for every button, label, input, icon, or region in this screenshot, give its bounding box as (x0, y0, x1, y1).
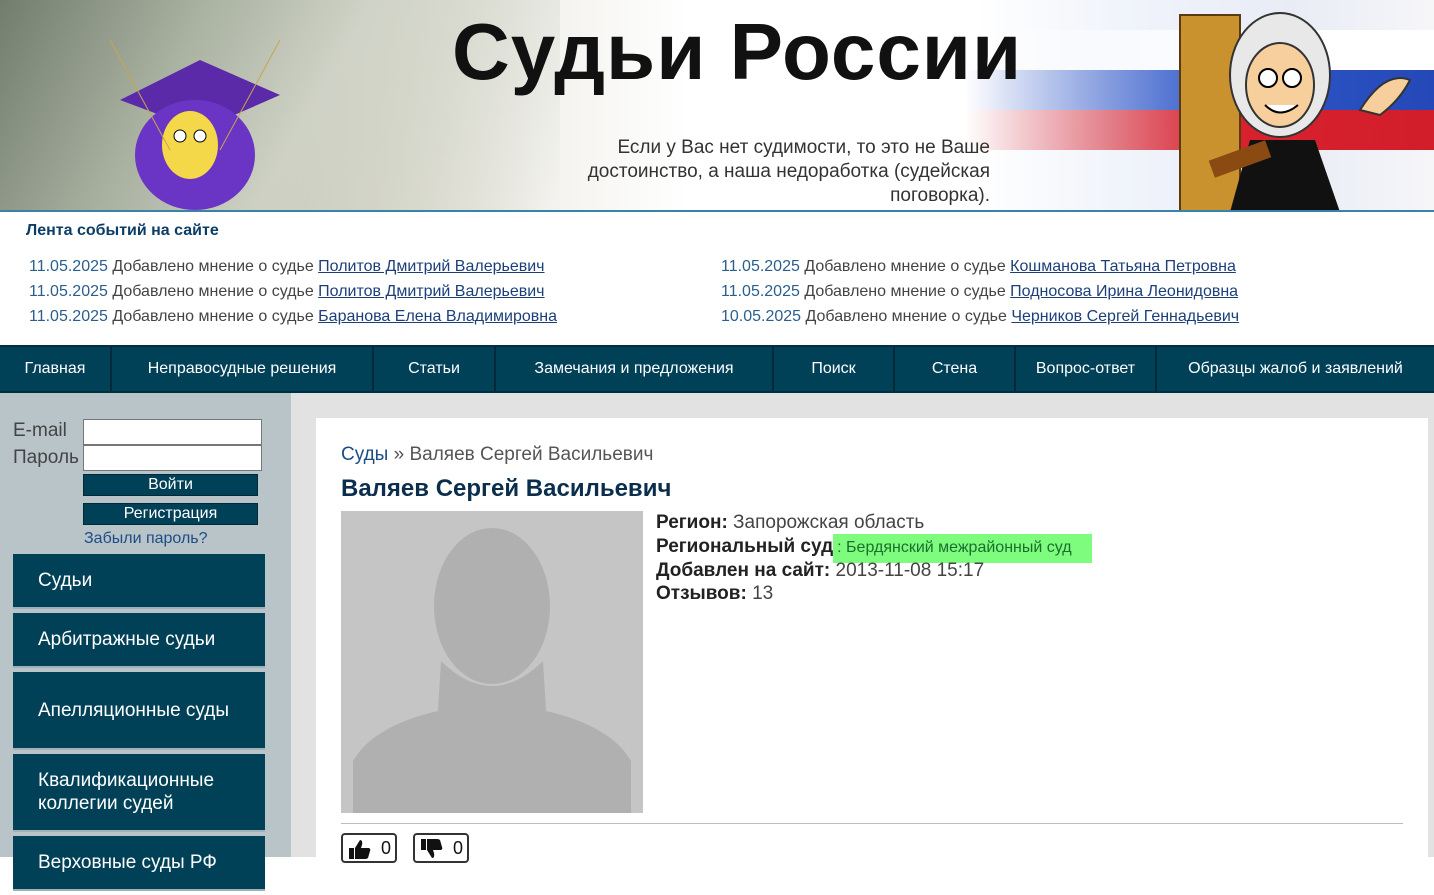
judge-link[interactable]: Черников Сергей Геннадьевич (1011, 308, 1239, 325)
sidebar-item-appeal-courts[interactable]: Апелляционные суды (13, 672, 265, 750)
site-banner: Судьи России Если у Вас нет судимости, т… (0, 0, 1434, 212)
judge-link[interactable]: Политов Дмитрий Валерьевич (318, 283, 544, 300)
content-area: E-mail Пароль Войти Регистрация Забыли п… (0, 393, 1434, 891)
nav-item-home[interactable]: Главная (0, 347, 112, 391)
judge-link[interactable]: Подносова Ирина Леонидовна (1010, 283, 1238, 300)
event-row: 11.05.2025 Добавлено мнение о судье Бара… (29, 308, 557, 325)
events-column-left: 11.05.2025 Добавлено мнение о судье Поли… (26, 254, 717, 329)
puppet-judge-illustration (110, 40, 280, 210)
avatar-silhouette-icon (341, 511, 643, 813)
events-feed-title: Лента событий на сайте (26, 222, 219, 239)
page-title: Валяев Сергей Васильевич (341, 475, 672, 502)
judge-photo-placeholder (341, 511, 643, 813)
region-row: Регион: Запорожская область (656, 512, 925, 533)
event-row: 11.05.2025 Добавлено мнение о судье Поли… (29, 258, 545, 275)
password-label: Пароль (13, 447, 79, 468)
judge-link[interactable]: Баранова Елена Владимировна (318, 308, 557, 325)
event-row: 10.05.2025 Добавлено мнение о судье Черн… (720, 308, 1240, 325)
main-nav: Главная Неправосудные решения Статьи Зам… (0, 345, 1434, 393)
breadcrumb-current: Валяев Сергей Васильевич (409, 444, 654, 465)
sidebar-item-supreme-courts[interactable]: Верховные суды РФ (13, 836, 265, 891)
sidebar-item-arbitration-judges[interactable]: Арбитражные судьи (13, 613, 265, 668)
sidebar-menu: Судьи Арбитражные судьи Апелляционные су… (13, 554, 265, 895)
nav-item-search[interactable]: Поиск (774, 347, 895, 391)
nav-item-articles[interactable]: Статьи (374, 347, 496, 391)
judge-profile: Суды » Валяев Сергей Васильевич Валяев С… (316, 418, 1428, 863)
login-button[interactable]: Войти (83, 474, 258, 496)
judge-info: Регион: Запорожская область Региональный… (656, 511, 1092, 605)
events-column-right: 11.05.2025 Добавлено мнение о судье Кошм… (717, 254, 1408, 329)
event-row: 11.05.2025 Добавлено мнение о судье Подн… (720, 283, 1239, 300)
event-row: 11.05.2025 Добавлено мнение о судье Поли… (29, 283, 545, 300)
register-button[interactable]: Регистрация (83, 503, 258, 525)
breadcrumb: Суды » Валяев Сергей Васильевич (341, 444, 654, 465)
like-button[interactable]: 0 (341, 833, 397, 863)
judge-link[interactable]: Политов Дмитрий Валерьевич (318, 258, 544, 275)
sidebar: E-mail Пароль Войти Регистрация Забыли п… (0, 393, 291, 891)
forgot-password-link[interactable]: Забыли пароль? (84, 530, 208, 548)
email-label: E-mail (13, 420, 67, 441)
event-row: 11.05.2025 Добавлено мнение о судье Кошм… (720, 258, 1236, 275)
judge-link[interactable]: Кошманова Татьяна Петровна (1010, 258, 1236, 275)
nav-item-unjust-decisions[interactable]: Неправосудные решения (112, 347, 374, 391)
site-title: Судьи России (452, 7, 1023, 96)
dislike-button[interactable]: 0 (413, 833, 469, 863)
nav-item-suggestions[interactable]: Замечания и предложения (496, 347, 774, 391)
sidebar-item-qualification-boards[interactable]: Квалификационные коллегии судей (13, 754, 265, 832)
reviews-row: Отзывов: 13 (656, 583, 774, 604)
divider (341, 823, 1403, 824)
email-input[interactable] (83, 419, 262, 445)
nav-item-qa[interactable]: Вопрос-ответ (1016, 347, 1157, 391)
sidebar-item-judges[interactable]: Судьи (13, 554, 265, 609)
password-input[interactable] (83, 445, 262, 471)
nav-item-complaint-templates[interactable]: Образцы жалоб и заявлений (1157, 347, 1434, 391)
cartoon-judge-illustration (1179, 12, 1412, 210)
site-tagline: Если у Вас нет судимости, то это не Ваше… (587, 137, 990, 206)
nav-item-wall[interactable]: Стена (895, 347, 1016, 391)
breadcrumb-courts-link[interactable]: Суды (341, 444, 388, 465)
